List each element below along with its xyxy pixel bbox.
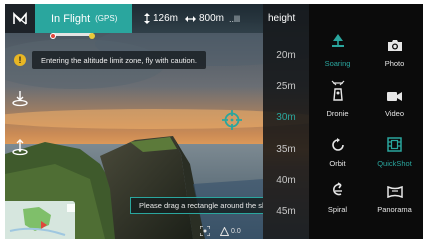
mode-quickshot-label: QuickShot	[377, 159, 412, 168]
minimap-expand-button[interactable]	[67, 204, 75, 212]
target-crosshair-icon[interactable]	[221, 109, 243, 131]
drone-app-screen: In Flight (GPS) 126m 800m ..lll ! Enteri…	[5, 4, 423, 239]
mode-photo[interactable]: Photo	[366, 26, 423, 76]
height-option-30m[interactable]: 30m	[263, 112, 309, 123]
mode-dronie[interactable]: Dronie	[309, 76, 366, 126]
minimap-map	[5, 201, 75, 239]
shooting-mode-panel: Soaring Dronie Orbit Spiral Photo Video …	[309, 4, 423, 239]
status-bar: In Flight (GPS) 126m 800m ..lll	[5, 4, 263, 33]
spiral-icon	[332, 182, 342, 196]
takeoff-icon	[12, 91, 28, 107]
frame-select-button[interactable]	[200, 226, 210, 236]
hint-text: Please drag a rectangle around the sh	[139, 201, 263, 210]
land-icon	[12, 139, 28, 156]
distance-value: 800m	[199, 13, 225, 24]
flight-mode-indicator: In Flight (GPS)	[35, 4, 132, 33]
home-point-marker	[50, 33, 56, 39]
drone-position-marker	[89, 33, 95, 39]
mode-soaring[interactable]: Soaring	[309, 26, 366, 76]
signal-indicator: ..lll	[229, 4, 240, 33]
bottom-controls: 0.0	[200, 224, 241, 238]
mode-video-label: Video	[384, 109, 405, 118]
exposure-value: 0.0	[231, 227, 241, 235]
mode-spiral[interactable]: Spiral	[309, 172, 366, 222]
mode-photo-label: Photo	[384, 59, 405, 68]
mode-soaring-label: Soaring	[324, 59, 351, 68]
mode-orbit[interactable]: Orbit	[309, 126, 366, 176]
altitude-readout: 126m	[144, 4, 178, 33]
mode-panorama-label: Panorama	[377, 205, 412, 214]
height-option-40m[interactable]: 40m	[263, 175, 309, 186]
altitude-value: 126m	[153, 13, 179, 24]
film-strip-icon	[387, 137, 402, 152]
mode-orbit-label: Orbit	[329, 159, 346, 168]
panorama-icon	[386, 186, 403, 198]
flight-mode-label: In Flight	[51, 12, 91, 25]
land-button[interactable]	[10, 137, 30, 157]
altitude-icon	[144, 13, 150, 24]
height-option-20m[interactable]: 20m	[263, 50, 309, 61]
takeoff-button[interactable]	[10, 88, 30, 108]
video-camera-icon	[387, 92, 402, 101]
route-progress-line	[53, 33, 93, 36]
height-option-25m[interactable]: 25m	[263, 81, 309, 92]
warning-icon: !	[14, 54, 26, 66]
mode-quickshot[interactable]: QuickShot	[366, 126, 423, 176]
height-panel-title: height	[268, 13, 296, 24]
distance-icon	[185, 15, 196, 22]
warning-text: Entering the altitude limit zone, fly wi…	[41, 55, 197, 65]
orbit-icon	[331, 138, 344, 151]
altitude-warning-banner: Entering the altitude limit zone, fly wi…	[32, 51, 206, 69]
app-logo-icon[interactable]	[5, 4, 35, 33]
gps-label: (GPS)	[95, 14, 118, 23]
exposure-readout[interactable]: 0.0	[220, 226, 241, 236]
distance-readout: 800m	[185, 4, 224, 33]
mode-dronie-label: Dronie	[326, 109, 349, 118]
minimap[interactable]	[5, 201, 75, 239]
height-selector-panel: height 20m 25m 30m 35m 40m 45m	[263, 4, 309, 239]
exposure-icon	[220, 226, 229, 236]
drag-rectangle-hint: Please drag a rectangle around the sh	[130, 197, 263, 214]
mode-panorama[interactable]: Panorama	[366, 172, 423, 222]
mode-spiral-label: Spiral	[327, 205, 348, 214]
height-option-35m[interactable]: 35m	[263, 144, 309, 155]
camera-icon	[387, 40, 402, 51]
frame-icon	[200, 226, 210, 236]
signal-label: ..lll	[229, 13, 240, 24]
mode-video[interactable]: Video	[366, 76, 423, 126]
height-option-45m[interactable]: 45m	[263, 206, 309, 217]
soaring-icon	[331, 34, 344, 47]
dronie-icon	[331, 80, 344, 101]
